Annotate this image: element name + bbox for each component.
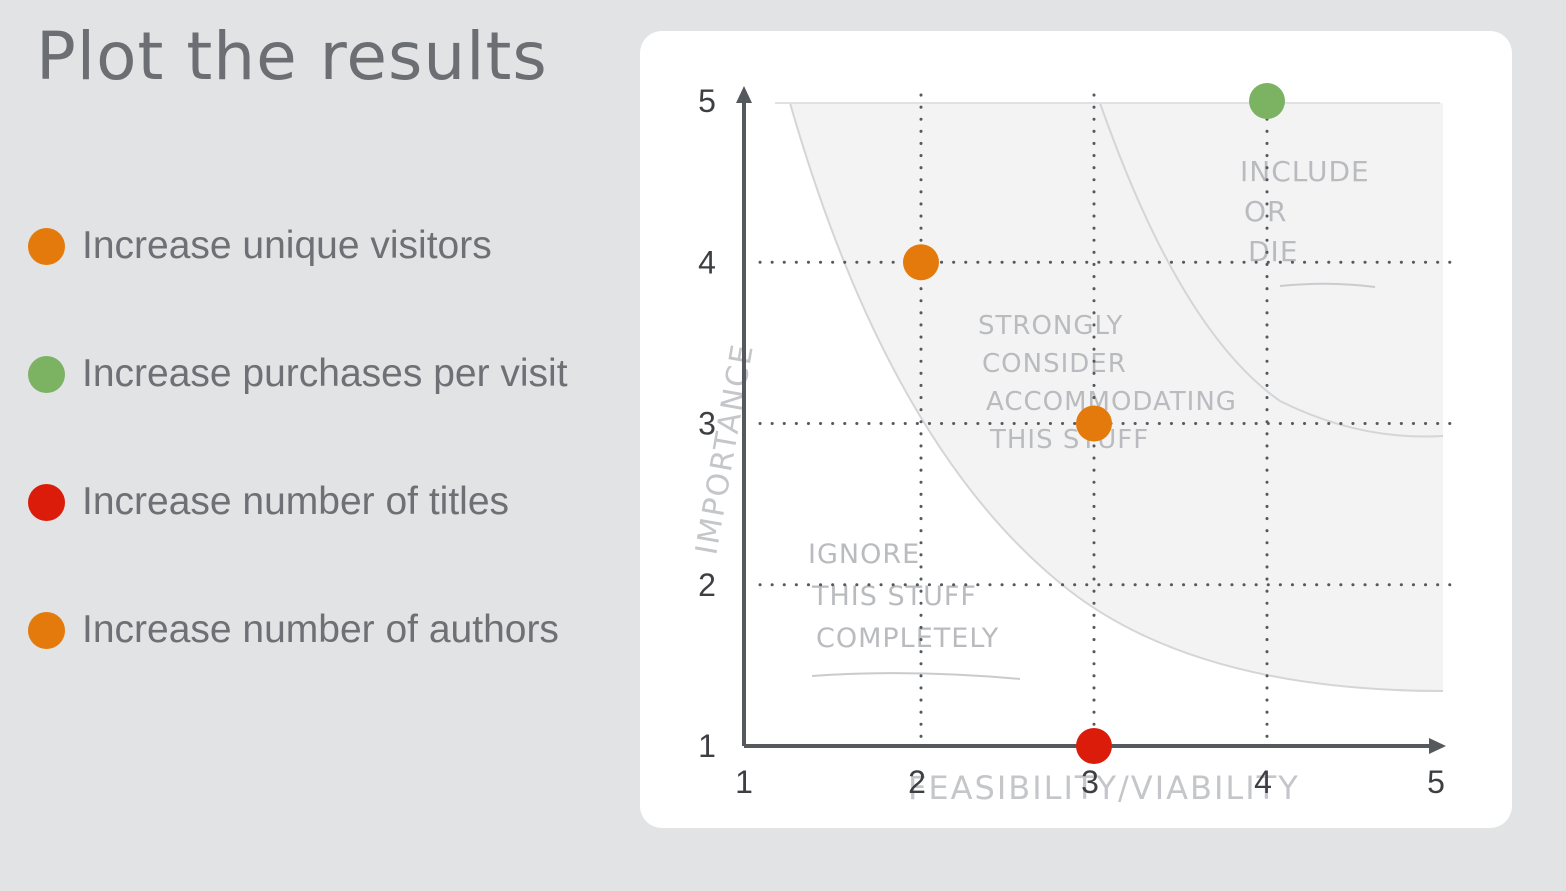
annotation-text: STRONGLY — [978, 311, 1123, 341]
legend-item-number-of-titles: Increase number of titles — [28, 474, 568, 530]
legend: Increase unique visitors Increase purcha… — [28, 218, 568, 658]
annotation-underline — [811, 672, 1021, 680]
y-tick-label: 3 — [698, 406, 716, 442]
x-tick-label: 4 — [1254, 764, 1272, 800]
x-axis-arrow-icon — [1429, 738, 1446, 754]
legend-label: Increase number of titles — [82, 480, 510, 523]
legend-dot-icon — [28, 611, 65, 649]
chart-card: INCLUDE OR DIE STRONGLY CONSIDER ACCOMMODATIN… — [640, 31, 1512, 828]
y-axis-arrow-icon — [736, 86, 752, 103]
legend-dot-icon — [28, 355, 65, 393]
legend-dot-icon — [28, 483, 65, 521]
data-point — [903, 244, 939, 281]
legend-dot-icon — [28, 227, 65, 265]
x-tick-label: 3 — [1081, 764, 1099, 800]
x-axis-label: FEASIBILITY/VIABILITY — [908, 769, 1300, 807]
x-tick-label: 5 — [1427, 764, 1445, 800]
x-tick-label: 1 — [735, 764, 753, 800]
data-point — [1076, 405, 1112, 442]
annotation-text: CONSIDER — [982, 349, 1127, 379]
y-tick-label: 1 — [698, 728, 716, 764]
legend-item-number-of-authors: Increase number of authors — [28, 602, 568, 658]
annotation-text: ACCOMMODATING — [986, 387, 1237, 417]
legend-label: Increase unique visitors — [82, 224, 492, 267]
y-tick-label: 4 — [698, 244, 716, 280]
annotation-text: COMPLETELY — [816, 623, 999, 654]
x-tick-label: 2 — [908, 764, 926, 800]
legend-label: Increase purchases per visit — [82, 352, 568, 395]
data-point — [1076, 728, 1112, 764]
scatter-chart: INCLUDEORDIESTRONGLYCONSIDERACCOMMODATIN… — [689, 83, 1454, 807]
legend-label: Increase number of authors — [82, 608, 559, 651]
y-axis-label: IMPORTANCE — [689, 341, 761, 558]
legend-item-unique-visitors: Increase unique visitors — [28, 218, 568, 274]
data-point — [1249, 83, 1285, 119]
annotation-text: INCLUDE — [1240, 155, 1370, 188]
slide-title: Plot the results — [36, 18, 548, 95]
legend-item-purchases-per-visit: Increase purchases per visit — [28, 346, 568, 402]
annotation-text: THIS STUFF — [989, 425, 1149, 455]
y-tick-label: 5 — [698, 83, 716, 119]
annotation-text: IGNORE — [808, 539, 920, 570]
annotation-text: OR — [1244, 195, 1288, 228]
y-tick-label: 2 — [698, 567, 716, 603]
